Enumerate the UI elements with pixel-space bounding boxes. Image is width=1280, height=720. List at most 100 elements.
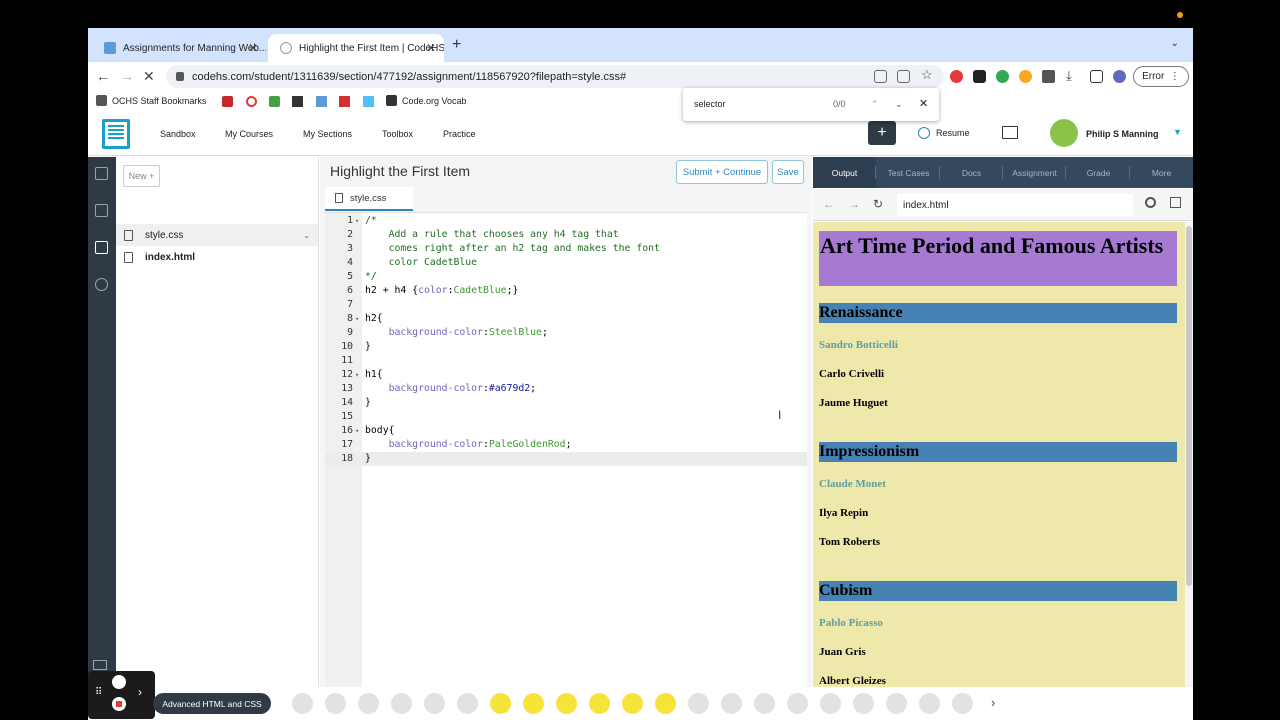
extension-icon[interactable] <box>950 70 963 83</box>
map-icon[interactable] <box>95 167 108 180</box>
code-line[interactable]: 17 background-color:PaleGoldenRod; <box>325 438 807 452</box>
code-line[interactable]: 5 */ <box>325 270 807 284</box>
file-item-style-css[interactable]: style.css ⌄ <box>116 224 318 246</box>
chevron-down-icon[interactable]: ⌄ <box>895 99 903 110</box>
lesson-item-dot[interactable] <box>721 693 742 714</box>
share-icon[interactable] <box>897 70 910 83</box>
lesson-item-dot[interactable] <box>952 693 973 714</box>
back-arrow-icon[interactable]: ← <box>96 68 110 84</box>
browser-tab-assignments[interactable]: Assignments for Manning Web... ✕ <box>92 34 266 62</box>
bookmark-icon[interactable] <box>292 96 303 107</box>
bookmark-folder-staff[interactable]: OCHS Staff Bookmarks <box>96 95 206 106</box>
save-button[interactable]: Save <box>772 160 804 184</box>
extension-icon[interactable] <box>973 70 986 83</box>
chevron-down-icon[interactable]: ⌄ <box>303 231 310 240</box>
extension-icon[interactable] <box>1019 70 1032 83</box>
profile-icon[interactable] <box>1113 70 1126 83</box>
code-line[interactable]: 8 ▾ h2{ <box>325 312 807 326</box>
code-line[interactable]: 12 ▾ h1{ <box>325 368 807 382</box>
add-button[interactable]: + <box>868 121 896 145</box>
submit-continue-button[interactable]: Submit + Continue <box>676 160 768 184</box>
drag-handle-icon[interactable]: ⠿ <box>95 687 102 698</box>
tab-test-cases[interactable]: Test Cases <box>877 157 940 188</box>
new-tab-button[interactable]: + <box>452 36 461 54</box>
code-line[interactable]: 3 comes right after an h2 tag and makes … <box>325 242 807 256</box>
lesson-item-dot[interactable] <box>919 693 940 714</box>
browser-tab-highlight[interactable]: Highlight the First Item | CodeHS ✕ <box>268 34 444 62</box>
output-scrollbar[interactable] <box>1185 222 1193 720</box>
nav-my-sections[interactable]: My Sections <box>303 129 352 139</box>
code-line[interactable]: 14} <box>325 396 807 410</box>
close-icon[interactable]: ✕ <box>919 97 928 110</box>
tab-style-css[interactable]: style.css <box>325 187 413 211</box>
tab-assignment[interactable]: Assignment <box>1003 157 1066 188</box>
calendar-icon[interactable] <box>95 204 108 217</box>
code-icon[interactable] <box>95 241 108 254</box>
bookmark-code-org[interactable]: Code.org Vocab <box>386 95 467 106</box>
chevron-right-icon[interactable]: › <box>138 685 142 699</box>
external-link-icon[interactable] <box>1170 197 1181 208</box>
tab-more[interactable]: More <box>1130 157 1193 188</box>
bookmark-icon[interactable] <box>316 96 327 107</box>
download-icon[interactable]: ⤓ <box>1066 68 1072 84</box>
chevron-up-icon[interactable]: ⌃ <box>871 99 879 110</box>
caret-down-icon[interactable]: ▼ <box>1173 127 1182 137</box>
extension-icon[interactable] <box>996 70 1009 83</box>
lesson-item-dot[interactable] <box>589 693 610 714</box>
forward-arrow-icon[interactable]: → <box>120 68 134 84</box>
lesson-item-dot[interactable] <box>688 693 709 714</box>
gear-icon[interactable] <box>95 278 108 291</box>
error-button[interactable]: Error ⋮ <box>1133 66 1189 87</box>
code-editor[interactable]: 1 ▾/* 2 Add a rule that chooses any h4 tag… <box>325 212 807 720</box>
lesson-item-dot[interactable] <box>787 693 808 714</box>
find-input[interactable]: selector <box>694 99 726 109</box>
tab-grade[interactable]: Grade <box>1067 157 1130 188</box>
bookmark-icon[interactable] <box>269 96 280 107</box>
lesson-title-pill[interactable]: Advanced HTML and CSS <box>153 693 271 714</box>
close-icon[interactable]: ✕ <box>248 41 258 55</box>
code-line[interactable]: 6 h2 + h4 {color:CadetBlue;} <box>325 284 807 298</box>
lesson-item-dot[interactable] <box>325 693 346 714</box>
file-item-index-html[interactable]: index.html <box>116 246 318 268</box>
forward-arrow-icon[interactable]: → <box>848 197 860 211</box>
lesson-item-dot[interactable] <box>424 693 445 714</box>
refresh-icon[interactable]: ↻ <box>873 197 883 211</box>
code-line[interactable]: 13 background-color:#a679d2; <box>325 382 807 396</box>
resume-button[interactable]: Resume <box>918 127 970 139</box>
close-icon[interactable]: ✕ <box>426 41 436 55</box>
code-line[interactable]: 15 <box>325 410 807 424</box>
sidebar-icon[interactable] <box>1090 70 1103 83</box>
collapse-icon[interactable] <box>93 660 107 670</box>
lesson-item-dot[interactable] <box>754 693 775 714</box>
lesson-item-dot[interactable] <box>358 693 379 714</box>
code-line[interactable]: 7 <box>325 298 807 312</box>
lesson-item-dot[interactable] <box>490 693 511 714</box>
fold-arrow-icon[interactable]: ▾ <box>355 368 359 382</box>
star-icon[interactable]: ☆ <box>921 67 933 83</box>
stop-icon[interactable] <box>112 697 126 711</box>
chevron-right-icon[interactable]: › <box>991 695 995 710</box>
fold-arrow-icon[interactable]: ▾ <box>355 424 359 438</box>
lesson-item-dot[interactable] <box>655 693 676 714</box>
scroll-thumb[interactable] <box>1186 226 1192 586</box>
stop-loading-icon[interactable]: ✕ <box>143 68 155 85</box>
calendar-icon[interactable] <box>1002 126 1018 139</box>
bookmark-icon[interactable] <box>339 96 350 107</box>
fold-arrow-icon[interactable]: ▾ <box>355 214 359 228</box>
codehs-logo[interactable] <box>102 119 130 149</box>
bookmark-icon[interactable] <box>246 96 257 107</box>
code-line[interactable]: 11 <box>325 354 807 368</box>
user-name[interactable]: Philip S Manning <box>1086 129 1159 139</box>
code-line[interactable]: 9 background-color:SteelBlue; <box>325 326 807 340</box>
lesson-item-dot[interactable] <box>391 693 412 714</box>
back-arrow-icon[interactable]: ← <box>823 197 835 211</box>
search-icon[interactable] <box>1145 197 1156 208</box>
fold-arrow-icon[interactable]: ▾ <box>355 312 359 326</box>
nav-toolbox[interactable]: Toolbox <box>382 129 413 139</box>
lesson-item-dot[interactable] <box>292 693 313 714</box>
lesson-item-dot[interactable] <box>886 693 907 714</box>
address-bar[interactable]: codehs.com/student/1311639/section/47719… <box>166 65 944 88</box>
lesson-item-dot[interactable] <box>820 693 841 714</box>
page-action-icon[interactable] <box>874 70 887 83</box>
new-file-button[interactable]: New + <box>123 165 160 187</box>
